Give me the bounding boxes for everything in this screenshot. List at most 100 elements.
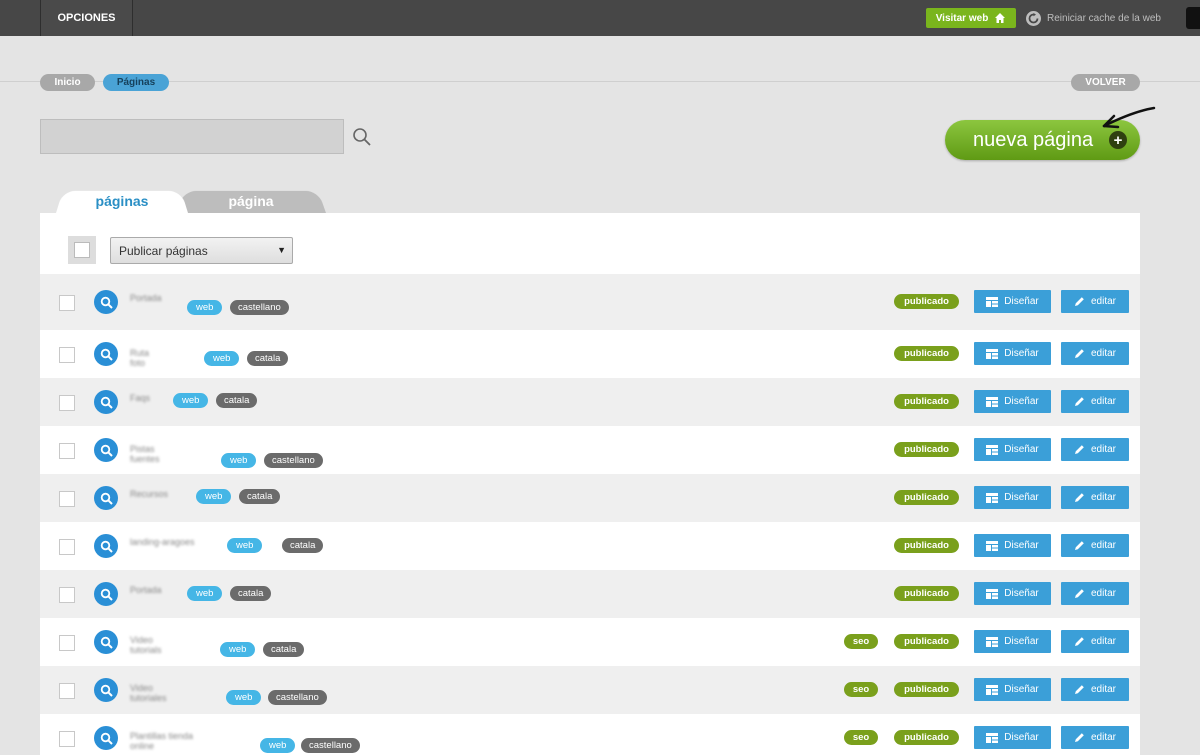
row-checkbox[interactable] xyxy=(59,539,75,555)
edit-button-label: editar xyxy=(1090,444,1116,455)
design-button[interactable]: Diseñar xyxy=(974,438,1051,461)
edit-button-label: editar xyxy=(1090,684,1116,695)
status-badge: publicado xyxy=(894,346,959,361)
design-button[interactable]: Diseñar xyxy=(974,630,1051,653)
design-button-label: Diseñar xyxy=(1004,492,1039,503)
edit-button[interactable]: editar xyxy=(1061,486,1129,509)
design-button-label: Diseñar xyxy=(1004,732,1039,743)
design-button[interactable]: Diseñar xyxy=(974,486,1051,509)
tab-pagina-label: página xyxy=(228,192,274,209)
seo-badge: seo xyxy=(844,730,878,745)
pencil-icon xyxy=(1074,493,1084,502)
row-checkbox[interactable] xyxy=(59,395,75,411)
preview-search-icon[interactable] xyxy=(94,582,118,606)
edit-button[interactable]: editar xyxy=(1061,438,1129,461)
row-checkbox[interactable] xyxy=(59,587,75,603)
refresh-icon xyxy=(1026,10,1041,26)
preview-search-icon[interactable] xyxy=(94,290,118,314)
seo-badge: seo xyxy=(844,634,878,649)
edit-button[interactable]: editar xyxy=(1061,726,1129,749)
breadcrumb-inicio[interactable]: Inicio xyxy=(40,74,95,91)
edit-button-label: editar xyxy=(1090,348,1116,359)
page-name[interactable]: Portada xyxy=(130,293,162,303)
reset-cache-link[interactable]: Reiniciar cache de la web xyxy=(1026,10,1161,26)
layout-icon xyxy=(986,492,999,503)
preview-search-icon[interactable] xyxy=(94,438,118,462)
edit-button[interactable]: editar xyxy=(1061,678,1129,701)
row-checkbox[interactable] xyxy=(59,347,75,363)
design-button[interactable]: Diseñar xyxy=(974,390,1051,413)
type-tag: web xyxy=(187,300,223,315)
edit-button-label: editar xyxy=(1090,492,1116,503)
visit-web-button[interactable]: Visitar web xyxy=(926,8,1016,28)
edit-button[interactable]: editar xyxy=(1061,342,1129,365)
row-checkbox[interactable] xyxy=(59,731,75,747)
search-input[interactable] xyxy=(40,119,344,154)
page-name[interactable]: Pistas fuentes xyxy=(130,444,160,464)
design-button-label: Diseñar xyxy=(1004,540,1039,551)
preview-search-icon[interactable] xyxy=(94,534,118,558)
row-checkbox[interactable] xyxy=(59,491,75,507)
design-button[interactable]: Diseñar xyxy=(974,290,1051,313)
language-tag: catala xyxy=(216,393,258,408)
preview-search-icon[interactable] xyxy=(94,678,118,702)
design-button[interactable]: Diseñar xyxy=(974,582,1051,605)
language-tag: catala xyxy=(247,351,289,366)
edit-button[interactable]: editar xyxy=(1061,390,1129,413)
status-badge: publicado xyxy=(894,394,959,409)
edit-button[interactable]: editar xyxy=(1061,582,1129,605)
home-icon xyxy=(995,13,1006,23)
design-button-label: Diseñar xyxy=(1004,444,1039,455)
select-all-checkbox[interactable] xyxy=(74,242,90,258)
row-checkbox[interactable] xyxy=(59,683,75,699)
search-icon[interactable] xyxy=(352,127,372,147)
design-button-label: Diseñar xyxy=(1004,348,1039,359)
page-name[interactable]: Portada xyxy=(130,585,162,595)
design-button[interactable]: Diseñar xyxy=(974,342,1051,365)
type-tag: web xyxy=(187,586,223,601)
status-badge: publicado xyxy=(894,294,959,309)
preview-search-icon[interactable] xyxy=(94,486,118,510)
page-name[interactable]: Recursos xyxy=(130,489,168,499)
page-name[interactable]: Ruta foto xyxy=(130,348,149,368)
pencil-icon xyxy=(1074,397,1084,406)
design-button[interactable]: Diseñar xyxy=(974,678,1051,701)
page-name[interactable]: Plantillas tienda online xyxy=(130,731,193,751)
edit-button[interactable]: editar xyxy=(1061,630,1129,653)
pencil-icon xyxy=(1074,349,1084,358)
bulk-action-select[interactable]: Publicar páginas ▼ xyxy=(110,237,293,264)
row-checkbox[interactable] xyxy=(59,295,75,311)
bulk-action-value: Publicar páginas xyxy=(119,243,208,258)
tab-paginas[interactable]: páginas xyxy=(56,188,188,213)
new-page-label: nueva página xyxy=(973,128,1094,151)
status-badge: publicado xyxy=(894,634,959,649)
breadcrumb-paginas[interactable]: Páginas xyxy=(103,74,169,91)
type-tag: web xyxy=(227,538,263,553)
opciones-menu[interactable]: OPCIONES xyxy=(40,0,133,36)
tab-pagina[interactable]: página xyxy=(176,188,326,213)
preview-search-icon[interactable] xyxy=(94,390,118,414)
row-checkbox[interactable] xyxy=(59,443,75,459)
status-badge: publicado xyxy=(894,730,959,745)
design-button[interactable]: Diseñar xyxy=(974,726,1051,749)
page-row: Video tutoriales web castellano seo publicad… xyxy=(40,666,1140,714)
page-name[interactable]: landing-aragoes xyxy=(130,537,195,547)
preview-search-icon[interactable] xyxy=(94,342,118,366)
design-button-label: Diseñar xyxy=(1004,588,1039,599)
page-name[interactable]: Video tutorials xyxy=(130,635,162,655)
top-bar: OPCIONES Visitar web Reiniciar cache de … xyxy=(0,0,1200,36)
preview-search-icon[interactable] xyxy=(94,726,118,750)
volver-button[interactable]: VOLVER xyxy=(1071,74,1140,91)
type-tag: web xyxy=(226,690,262,705)
preview-search-icon[interactable] xyxy=(94,630,118,654)
layout-icon xyxy=(986,396,999,407)
design-button[interactable]: Diseñar xyxy=(974,534,1051,557)
page-name[interactable]: Video tutoriales xyxy=(130,683,167,703)
status-badge: publicado xyxy=(894,538,959,553)
row-checkbox[interactable] xyxy=(59,635,75,651)
edit-button[interactable]: editar xyxy=(1061,534,1129,557)
user-menu-corner[interactable] xyxy=(1186,7,1200,29)
edit-button[interactable]: editar xyxy=(1061,290,1129,313)
page-name[interactable]: Faqs xyxy=(130,393,150,403)
layout-icon xyxy=(986,636,999,647)
